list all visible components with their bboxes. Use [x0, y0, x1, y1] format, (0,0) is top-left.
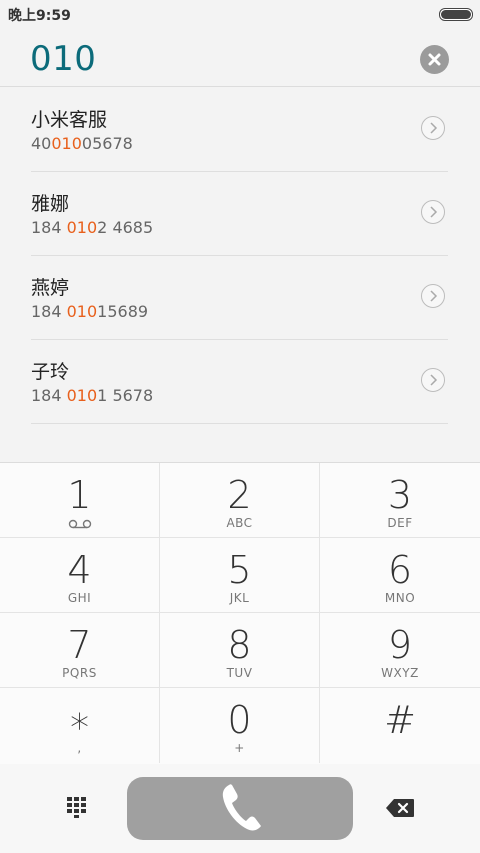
key-5[interactable]: 5 JKL: [160, 538, 320, 613]
key-digit: 1: [67, 473, 92, 517]
key-digit: 4: [67, 548, 92, 592]
battery-icon: [439, 8, 473, 21]
key-letters: MNO: [384, 591, 416, 605]
key-digit: 7: [67, 623, 92, 667]
key-pound[interactable]: #: [320, 688, 480, 763]
key-letters: ABC: [226, 516, 253, 530]
contact-detail-button[interactable]: [421, 284, 445, 308]
key-digit: 0: [227, 698, 252, 742]
key-letters: PQRS: [62, 666, 97, 680]
key-star[interactable]: ∗ ,: [0, 688, 160, 763]
number-prefix: 184: [31, 302, 67, 321]
dialpad-icon[interactable]: [66, 796, 92, 818]
number-match: 010: [66, 386, 98, 405]
contact-number: 4001005678: [31, 134, 133, 153]
chevron-right-icon: [430, 290, 438, 302]
contact-item[interactable]: 燕婷 184 01015689: [31, 255, 448, 340]
phone-icon: [222, 784, 261, 831]
contact-results-list: 小米客服 4001005678 雅娜 184 0102 4685 燕婷 184 …: [0, 87, 480, 463]
chevron-right-icon: [430, 206, 438, 218]
key-1[interactable]: 1: [0, 463, 160, 538]
number-match: 010: [51, 134, 82, 153]
key-letters: +: [234, 741, 245, 755]
key-digit: ∗: [67, 698, 92, 742]
contact-name: 燕婷: [31, 277, 70, 299]
key-3[interactable]: 3 DEF: [320, 463, 480, 538]
number-match: 010: [66, 302, 98, 321]
contact-detail-button[interactable]: [421, 200, 445, 224]
clear-icon: [428, 53, 441, 66]
dialed-number-bar: 010: [0, 28, 480, 87]
contact-number: 184 01015689: [31, 302, 148, 321]
number-prefix: 184: [31, 218, 67, 237]
key-letters: WXYZ: [381, 666, 419, 680]
key-letters: ,: [77, 741, 82, 755]
number-prefix: 184: [31, 386, 67, 405]
key-digit: #: [384, 698, 416, 742]
key-digit: 6: [387, 548, 413, 592]
backspace-icon[interactable]: [385, 798, 415, 818]
clear-button[interactable]: [420, 45, 449, 74]
number-suffix: 1 5678: [97, 386, 154, 405]
status-bar: 晚上9:59: [0, 0, 480, 28]
status-time: 晚上9:59: [8, 8, 71, 24]
contact-item[interactable]: 子玲 184 0101 5678: [31, 339, 448, 424]
contact-name: 子玲: [31, 361, 70, 383]
contact-item[interactable]: 小米客服 4001005678: [31, 87, 448, 172]
dialed-number: 010: [30, 39, 97, 79]
bottom-action-bar: [0, 764, 480, 853]
number-match: 010: [66, 218, 98, 237]
chevron-right-icon: [430, 374, 438, 386]
number-suffix: 05678: [81, 134, 133, 153]
number-suffix: 2 4685: [97, 218, 154, 237]
key-6[interactable]: 6 MNO: [320, 538, 480, 613]
key-digit: 8: [227, 623, 252, 667]
key-0[interactable]: 0 +: [160, 688, 320, 763]
key-4[interactable]: 4 GHI: [0, 538, 160, 613]
key-7[interactable]: 7 PQRS: [0, 613, 160, 688]
contact-number: 184 0102 4685: [31, 218, 153, 237]
key-digit: 2: [227, 473, 252, 517]
key-letters: JKL: [229, 591, 250, 605]
key-letters: TUV: [226, 666, 253, 680]
key-8[interactable]: 8 TUV: [160, 613, 320, 688]
contact-name: 小米客服: [31, 109, 108, 131]
dial-keypad: 1 2 ABC 3 DEF 4 GHI 5 JKL 6 MNO 7 PQRS 8…: [0, 462, 480, 765]
contact-name: 雅娜: [31, 193, 70, 215]
number-suffix: 15689: [97, 302, 149, 321]
contact-detail-button[interactable]: [421, 368, 445, 392]
key-2[interactable]: 2 ABC: [160, 463, 320, 538]
number-prefix: 40: [31, 134, 52, 153]
key-letters: DEF: [387, 516, 413, 530]
key-letters: GHI: [67, 591, 92, 605]
key-digit: 9: [387, 623, 413, 667]
contact-item[interactable]: 雅娜 184 0102 4685: [31, 171, 448, 256]
key-digit: 3: [387, 473, 413, 517]
key-digit: 5: [227, 548, 252, 592]
chevron-right-icon: [430, 122, 438, 134]
call-button[interactable]: [127, 777, 353, 840]
voicemail-icon: [68, 519, 92, 529]
key-9[interactable]: 9 WXYZ: [320, 613, 480, 688]
contact-number: 184 0101 5678: [31, 386, 153, 405]
contact-detail-button[interactable]: [421, 116, 445, 140]
